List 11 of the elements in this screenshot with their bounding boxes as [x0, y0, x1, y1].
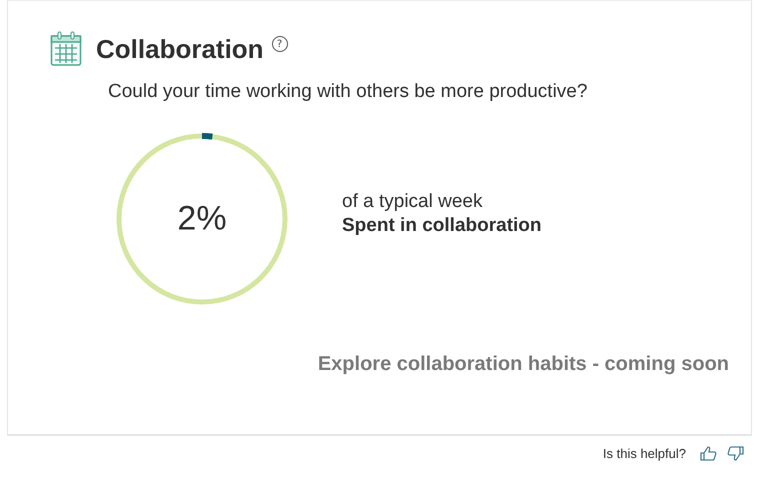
question-text: Could your time working with others be more productive? [108, 81, 588, 103]
thumbs-down-icon[interactable] [727, 446, 744, 461]
percent-value: 2% [177, 200, 227, 238]
card-title: Collaboration [96, 34, 264, 64]
calendar-icon [50, 31, 82, 67]
feedback-prompt: Is this helpful? [602, 446, 686, 461]
meter-label: Spent in collaboration [342, 215, 542, 237]
explore-link[interactable]: Explore collaboration habits - coming soon [318, 353, 729, 376]
thumbs-up-icon[interactable] [700, 446, 717, 461]
help-icon[interactable]: ? [272, 36, 288, 52]
meter-caption: of a typical week [342, 191, 484, 213]
